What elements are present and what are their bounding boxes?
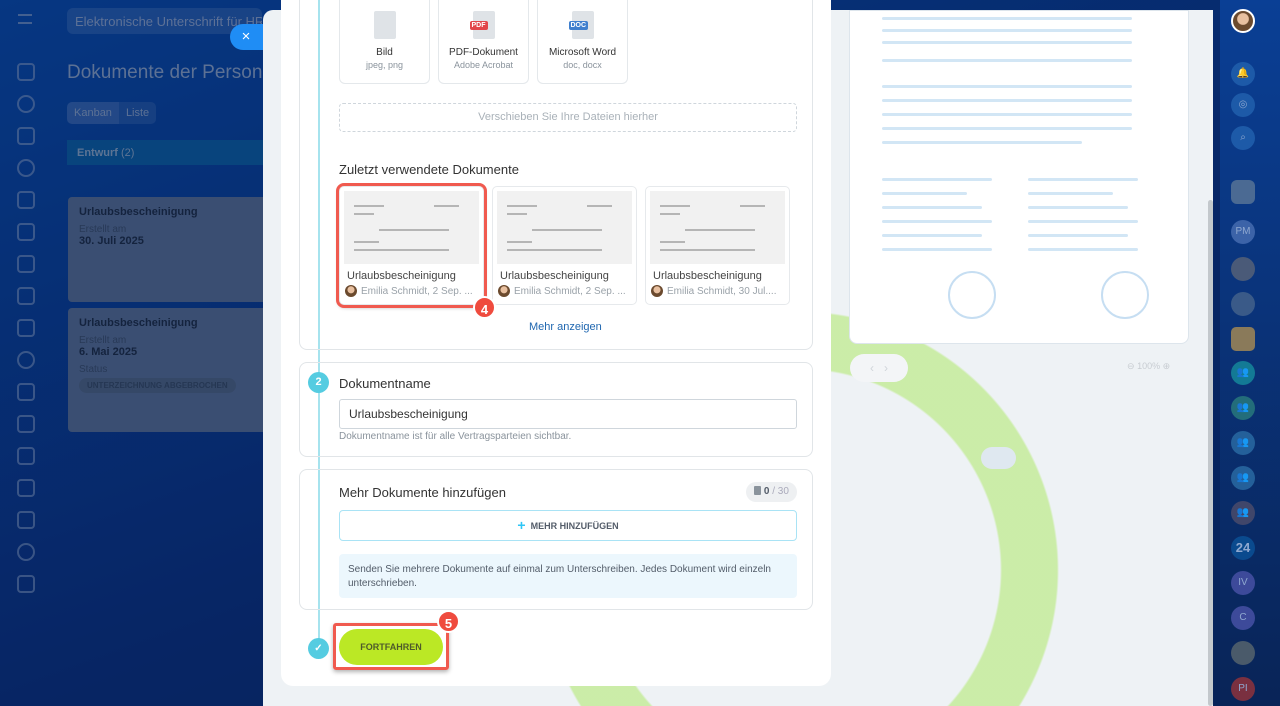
search-chat-icon[interactable]: ⌕ <box>1231 126 1255 150</box>
check-icon: ✓ <box>308 638 329 659</box>
annotation-badge: 5 <box>437 610 460 633</box>
document-counter: 0 / 30 <box>746 482 797 502</box>
chat-avatar[interactable] <box>1231 641 1255 665</box>
zoom-in-icon[interactable]: ⊕ <box>1163 361 1171 371</box>
group-chat-icon[interactable]: 👥 <box>1231 396 1255 420</box>
chat-avatar[interactable] <box>1231 257 1255 281</box>
step-number: 2 <box>308 372 329 393</box>
close-button[interactable]: × <box>230 24 266 50</box>
document-name-input[interactable] <box>339 399 797 429</box>
chat-avatar[interactable] <box>1231 180 1255 204</box>
chat-avatar[interactable]: PI <box>1231 677 1255 701</box>
document-name-title: Dokumentname <box>339 376 431 391</box>
zoom-out-icon[interactable]: ⊖ <box>1127 361 1135 371</box>
group-chat-icon[interactable]: 👥 <box>1231 431 1255 455</box>
target-icon[interactable]: ◎ <box>1231 93 1255 117</box>
group-chat-icon[interactable]: 👥 <box>1231 361 1255 385</box>
zoom-level: 100% <box>1137 361 1161 371</box>
stamp-icon <box>1101 271 1149 319</box>
add-more-button[interactable]: + MEHR HINZUFÜGEN <box>339 510 797 541</box>
counter-value: 0 <box>763 486 770 497</box>
chat-avatar[interactable] <box>1231 292 1255 316</box>
chat-avatar[interactable]: IV <box>1231 571 1255 595</box>
group-chat-icon[interactable]: 👥 <box>1231 466 1255 490</box>
scrollbar[interactable] <box>1208 200 1213 706</box>
file-icon <box>754 486 762 495</box>
chat-avatar[interactable] <box>1231 327 1255 351</box>
document-name-hint: Dokumentname ist für alle Vertragspartei… <box>339 431 572 442</box>
add-documents-title: Mehr Dokumente hinzufügen <box>339 485 506 500</box>
step-1-section-border <box>299 0 813 350</box>
zoom-controls: ⊖ 100% ⊕ <box>1127 361 1170 372</box>
cloud-icon <box>981 447 1016 469</box>
document-preview <box>849 10 1189 344</box>
plus-icon: + <box>517 517 526 533</box>
stamp-icon <box>948 271 996 319</box>
group-chat-icon[interactable]: 👥 <box>1231 501 1255 525</box>
counter-max: / 30 <box>772 486 789 497</box>
continue-button[interactable]: FORTFAHREN <box>339 629 443 665</box>
add-more-label: MEHR HINZUFÜGEN <box>530 521 619 531</box>
notifications-icon[interactable]: 🔔 <box>1231 62 1255 86</box>
bitrix24-icon[interactable]: 24 <box>1231 536 1255 560</box>
chat-avatar[interactable]: PM <box>1231 220 1255 244</box>
chat-avatar[interactable]: C <box>1231 606 1255 630</box>
info-box: Senden Sie mehrere Dokumente auf einmal … <box>339 554 797 598</box>
page-nav[interactable]: ‹ › <box>850 354 908 382</box>
user-avatar[interactable] <box>1231 9 1255 33</box>
